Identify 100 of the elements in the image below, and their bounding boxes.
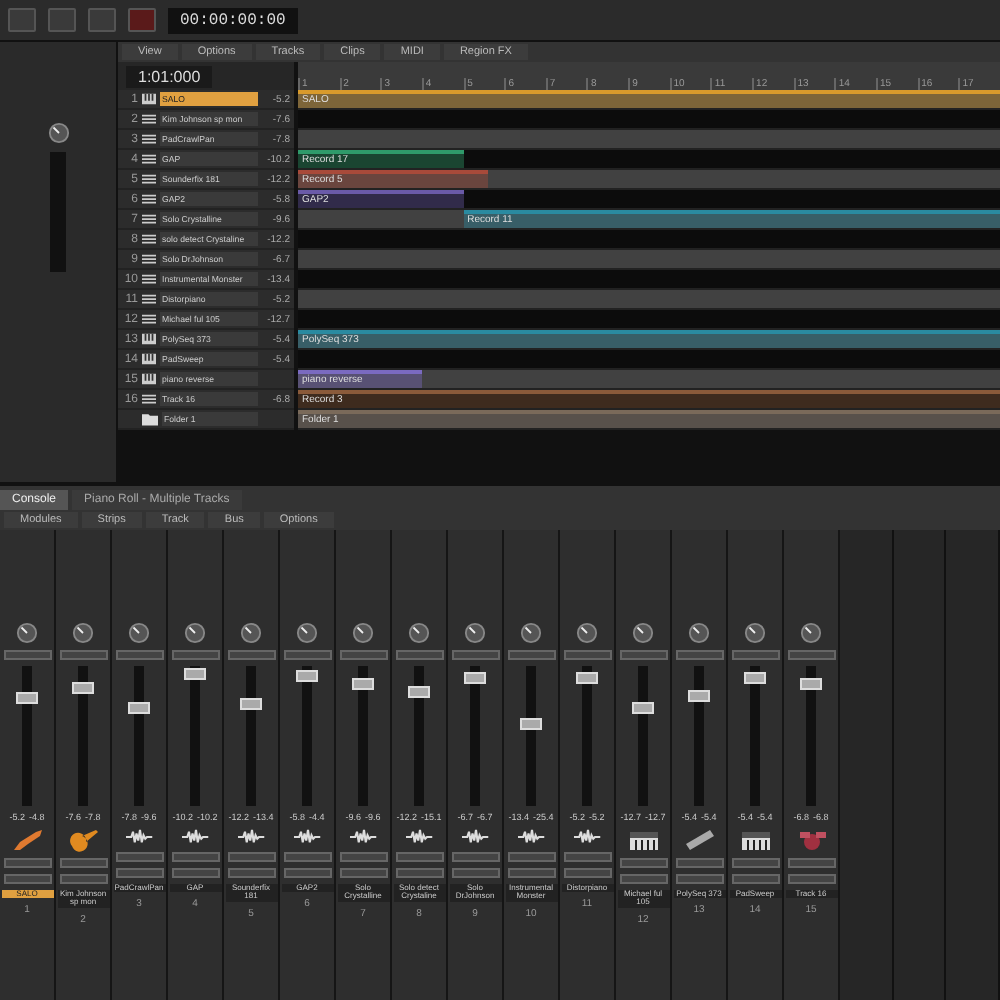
fader-thumb[interactable] — [352, 678, 374, 691]
knob[interactable] — [184, 622, 206, 644]
output-dropdown[interactable] — [283, 868, 331, 878]
fader-thumb[interactable] — [16, 691, 38, 704]
output-dropdown[interactable] — [563, 868, 611, 878]
fader-thumb[interactable] — [520, 717, 542, 730]
waveform-icon — [293, 828, 321, 846]
knob[interactable] — [408, 622, 430, 644]
knob[interactable] — [576, 622, 598, 644]
synth-icon — [683, 828, 715, 852]
waveform-icon — [573, 828, 601, 846]
input-dropdown[interactable] — [675, 650, 723, 660]
fader-thumb[interactable] — [688, 689, 710, 702]
audio-track-icon — [142, 212, 156, 226]
output-dropdown[interactable] — [171, 868, 219, 878]
waveform-icon — [349, 828, 377, 846]
input-dropdown[interactable] — [451, 650, 499, 660]
fader-thumb[interactable] — [632, 701, 654, 714]
knob[interactable] — [352, 622, 374, 644]
audio-track-icon — [142, 152, 156, 166]
output-dropdown[interactable] — [227, 852, 275, 862]
input-dropdown[interactable] — [507, 650, 555, 660]
keyboard-icon — [739, 828, 771, 852]
waveform-icon — [125, 828, 153, 846]
rewind-button[interactable] — [8, 8, 36, 32]
fader-thumb[interactable] — [184, 668, 206, 681]
output-dropdown[interactable] — [731, 874, 779, 884]
fader-thumb[interactable] — [72, 681, 94, 694]
output-dropdown[interactable] — [563, 852, 611, 862]
input-dropdown[interactable] — [395, 650, 443, 660]
input-dropdown[interactable] — [731, 650, 779, 660]
drum-kit-icon — [795, 828, 827, 852]
instrument-track-icon — [142, 92, 156, 106]
output-dropdown[interactable] — [115, 868, 163, 878]
fader-thumb[interactable] — [464, 672, 486, 685]
audio-track-icon — [142, 232, 156, 246]
output-dropdown[interactable] — [59, 874, 107, 884]
knob[interactable] — [688, 622, 710, 644]
input-dropdown[interactable] — [171, 650, 219, 660]
fader-thumb[interactable] — [296, 669, 318, 682]
output-dropdown[interactable] — [451, 852, 499, 862]
waveform-icon — [405, 828, 433, 846]
output-dropdown[interactable] — [619, 858, 667, 868]
output-dropdown[interactable] — [395, 868, 443, 878]
knob[interactable] — [520, 622, 542, 644]
input-dropdown[interactable] — [3, 650, 51, 660]
input-dropdown[interactable] — [619, 650, 667, 660]
knob[interactable] — [464, 622, 486, 644]
knob[interactable] — [72, 622, 94, 644]
output-dropdown[interactable] — [675, 874, 723, 884]
transport-time: 00:00:00:00 — [168, 7, 298, 33]
waveform-icon — [517, 828, 545, 846]
output-dropdown[interactable] — [731, 858, 779, 868]
audio-track-icon — [142, 172, 156, 186]
knob[interactable] — [47, 122, 69, 144]
output-dropdown[interactable] — [675, 858, 723, 868]
output-dropdown[interactable] — [171, 852, 219, 862]
output-dropdown[interactable] — [395, 852, 443, 862]
output-dropdown[interactable] — [507, 852, 555, 862]
knob[interactable] — [240, 622, 262, 644]
knob[interactable] — [800, 622, 822, 644]
input-dropdown[interactable] — [283, 650, 331, 660]
output-dropdown[interactable] — [339, 852, 387, 862]
output-dropdown[interactable] — [451, 868, 499, 878]
output-dropdown[interactable] — [507, 868, 555, 878]
fader-thumb[interactable] — [128, 701, 150, 714]
fader-thumb[interactable] — [240, 698, 262, 710]
input-dropdown[interactable] — [339, 650, 387, 660]
input-dropdown[interactable] — [115, 650, 163, 660]
stop-button[interactable] — [88, 8, 116, 32]
input-dropdown[interactable] — [787, 650, 835, 660]
output-dropdown[interactable] — [619, 874, 667, 884]
knob[interactable] — [296, 622, 318, 644]
fader-thumb[interactable] — [800, 678, 822, 691]
knob[interactable] — [128, 622, 150, 644]
fader-thumb[interactable] — [744, 672, 766, 685]
output-dropdown[interactable] — [115, 852, 163, 862]
audio-track-icon — [142, 252, 156, 266]
output-dropdown[interactable] — [787, 874, 835, 884]
audio-track-icon — [142, 392, 156, 406]
input-dropdown[interactable] — [227, 650, 275, 660]
fader-thumb[interactable] — [576, 672, 598, 685]
knob[interactable] — [16, 622, 38, 644]
input-dropdown[interactable] — [59, 650, 107, 660]
output-dropdown[interactable] — [787, 858, 835, 868]
folder-icon — [142, 412, 158, 426]
now-time: 1:01:000 — [126, 65, 213, 87]
output-dropdown[interactable] — [339, 868, 387, 878]
input-dropdown[interactable] — [563, 650, 611, 660]
knob[interactable] — [632, 622, 654, 644]
fader-thumb[interactable] — [408, 685, 430, 698]
audio-track-icon — [142, 112, 156, 126]
record-button[interactable] — [128, 8, 156, 32]
output-dropdown[interactable] — [283, 852, 331, 862]
knob[interactable] — [744, 622, 766, 644]
output-dropdown[interactable] — [3, 858, 51, 868]
output-dropdown[interactable] — [227, 868, 275, 878]
play-button[interactable] — [48, 8, 76, 32]
output-dropdown[interactable] — [3, 874, 51, 884]
output-dropdown[interactable] — [59, 858, 107, 868]
